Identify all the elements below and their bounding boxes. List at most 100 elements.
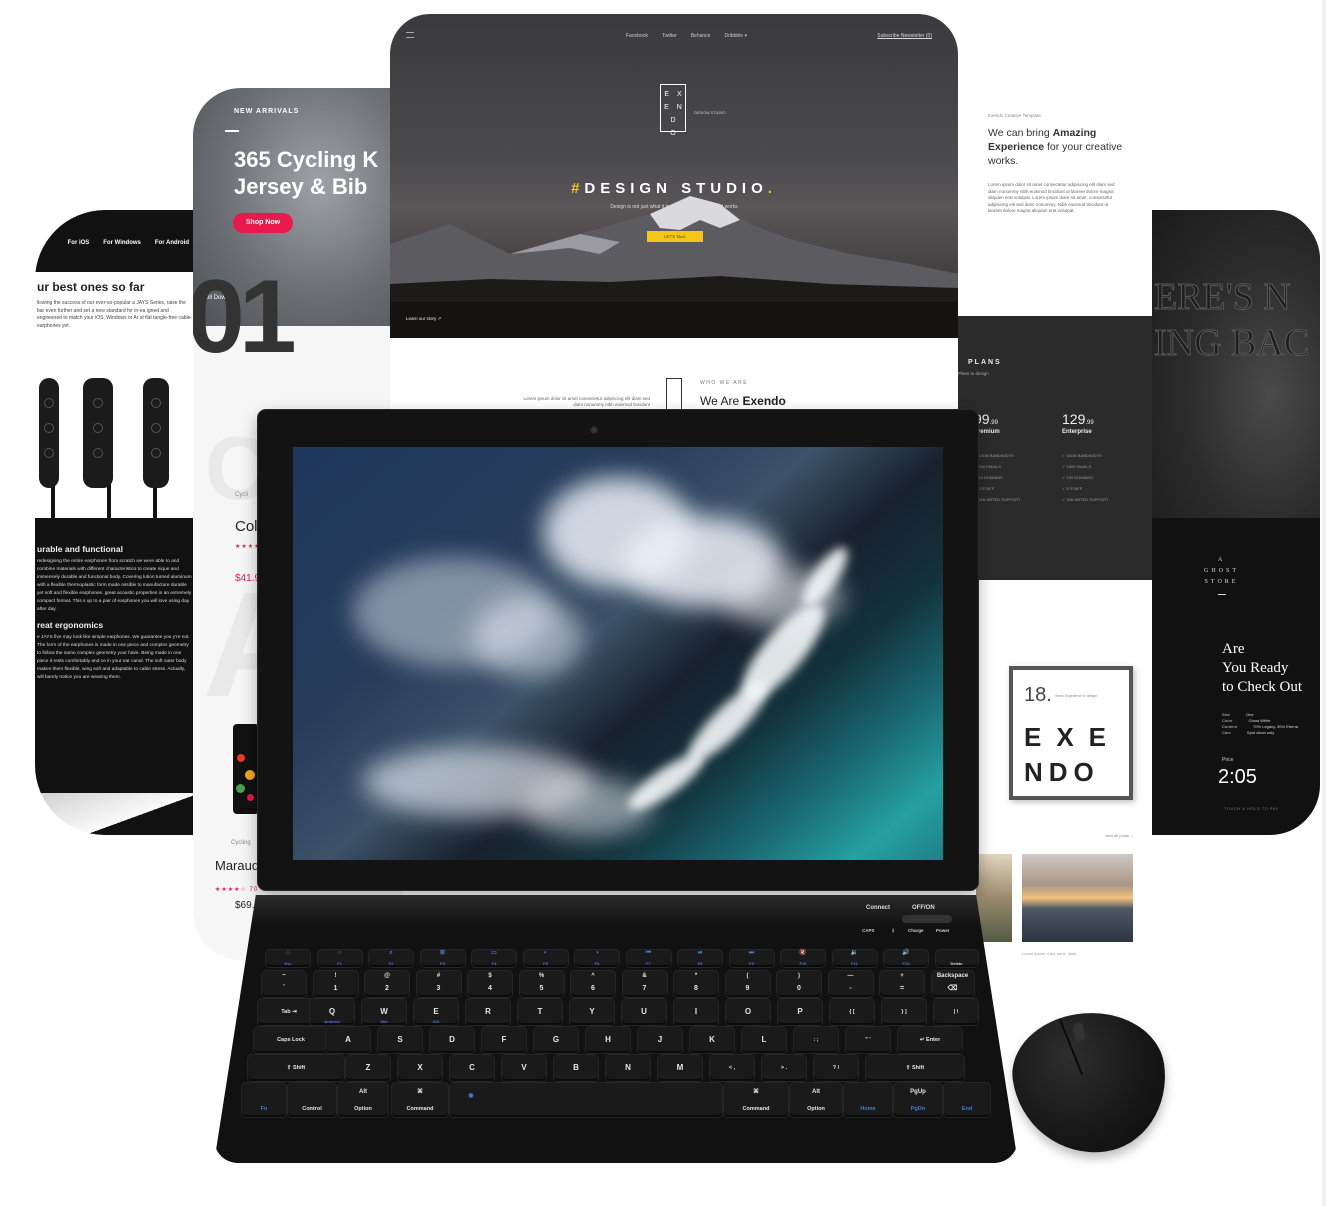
letter-key[interactable]: } ] bbox=[882, 999, 926, 1025]
letter-key[interactable]: S bbox=[378, 1027, 422, 1053]
modifier-key[interactable]: Alt Option bbox=[790, 1083, 842, 1117]
letter-key[interactable]: U bbox=[622, 999, 666, 1025]
letter-key[interactable]: > . bbox=[762, 1055, 806, 1081]
number-key[interactable]: ^ 6 bbox=[571, 971, 615, 997]
letter-key[interactable]: ⇧ Shift bbox=[248, 1055, 344, 1081]
modifier-key[interactable]: Control bbox=[288, 1083, 336, 1117]
function-key[interactable]: ⊞ F3 bbox=[420, 950, 465, 967]
power-switch[interactable] bbox=[902, 915, 952, 923]
nav-dribbble[interactable]: Dribbble ▾ bbox=[724, 33, 747, 39]
letter-key[interactable]: R bbox=[466, 999, 510, 1025]
letter-key[interactable]: ⇧ Shift bbox=[866, 1055, 964, 1081]
menu-icon[interactable] bbox=[406, 32, 414, 38]
function-key[interactable]: Delete bbox=[935, 950, 978, 967]
letter-key[interactable]: : ; bbox=[794, 1027, 838, 1053]
space-bar[interactable]: ◉ bbox=[450, 1083, 722, 1117]
letter-key[interactable]: < , bbox=[710, 1055, 754, 1081]
tablet-screen-wallpaper[interactable] bbox=[293, 447, 943, 860]
letter-key[interactable]: D bbox=[430, 1027, 474, 1053]
lets-talk-button[interactable]: LET'S TALK bbox=[647, 231, 703, 242]
modifier-key[interactable]: ⌘ Command bbox=[392, 1083, 448, 1117]
modifier-key[interactable]: Fn bbox=[242, 1083, 286, 1117]
letter-key[interactable]: { [ bbox=[830, 999, 874, 1025]
key-fn-label: F2 bbox=[388, 961, 394, 966]
modifier-key[interactable]: End bbox=[944, 1083, 990, 1117]
nav-ios[interactable]: For iOS bbox=[68, 240, 90, 272]
modifier-key[interactable]: Alt Option bbox=[338, 1083, 388, 1117]
letter-key[interactable]: ? / bbox=[814, 1055, 858, 1081]
function-key[interactable]: ⌕ F2 bbox=[369, 950, 413, 967]
letter-key[interactable]: F bbox=[482, 1027, 526, 1053]
function-key[interactable]: ◐ F5 bbox=[523, 950, 568, 967]
learn-story-link[interactable]: Learn our story ↗ bbox=[406, 316, 441, 322]
mouse-body[interactable] bbox=[1004, 1003, 1176, 1163]
letter-key[interactable]: C bbox=[450, 1055, 494, 1081]
product-name[interactable]: Maraud bbox=[215, 858, 259, 873]
letter-key[interactable]: W Win bbox=[362, 999, 406, 1025]
modifier-key[interactable]: Home bbox=[844, 1083, 892, 1117]
letter-key[interactable]: A bbox=[326, 1027, 370, 1053]
letter-key[interactable]: Q Android bbox=[310, 999, 354, 1025]
shop-now-button[interactable]: Shop Now bbox=[233, 213, 293, 233]
function-key[interactable]: ▭ F4 bbox=[472, 950, 516, 967]
letter-key[interactable]: Z bbox=[346, 1055, 390, 1081]
number-key[interactable]: #3 bbox=[416, 971, 461, 997]
letter-key[interactable]: H bbox=[586, 1027, 630, 1053]
nav-facebook[interactable]: Facebook bbox=[626, 33, 648, 39]
letter-key[interactable]: | \ bbox=[934, 999, 978, 1025]
jersey-image[interactable] bbox=[233, 724, 259, 814]
number-key[interactable]: ~ ` bbox=[262, 971, 306, 997]
number-key[interactable]: Backspace ⌫ bbox=[931, 971, 974, 997]
letter-key[interactable]: P bbox=[778, 999, 822, 1025]
letter-key[interactable]: I bbox=[674, 999, 718, 1025]
letter-key[interactable]: B bbox=[554, 1055, 598, 1081]
function-key[interactable]: ⌂ Esc bbox=[266, 950, 310, 967]
number-key[interactable]: * 8 bbox=[674, 971, 718, 997]
letter-key[interactable]: V bbox=[502, 1055, 546, 1081]
letter-key[interactable]: N bbox=[606, 1055, 650, 1081]
letter-key[interactable]: X bbox=[398, 1055, 442, 1081]
letter-key[interactable]: Y bbox=[570, 999, 614, 1025]
nav-android[interactable]: For Android bbox=[155, 240, 189, 272]
view-all-posts-link[interactable]: view all posts → bbox=[1105, 833, 1134, 838]
number-key[interactable]: & 7 bbox=[622, 971, 667, 997]
letter-key[interactable]: T bbox=[518, 999, 562, 1025]
product-name[interactable]: Col bbox=[235, 518, 258, 535]
number-key[interactable]: % 5 bbox=[519, 971, 564, 997]
function-key[interactable]: ⏮ F7 bbox=[626, 950, 671, 967]
page-edge bbox=[1322, 0, 1326, 1206]
number-key[interactable]: @2 bbox=[365, 971, 409, 997]
number-key[interactable]: ! 1 bbox=[313, 971, 358, 997]
number-key[interactable]: (9 bbox=[725, 971, 770, 997]
function-key[interactable]: ◑ F6 bbox=[575, 950, 619, 967]
number-key[interactable]: $4 bbox=[468, 971, 512, 997]
number-key[interactable]: — - bbox=[828, 971, 873, 997]
letter-key[interactable]: K bbox=[690, 1027, 734, 1053]
letter-key[interactable]: L bbox=[742, 1027, 786, 1053]
function-key[interactable]: ⏭ F9 bbox=[729, 950, 774, 967]
letter-key[interactable]: Caps Lock bbox=[254, 1027, 328, 1053]
pay-hint[interactable]: TOUCH & HOLD TO PAY bbox=[1224, 806, 1279, 811]
function-key[interactable]: ⏯ F8 bbox=[678, 950, 722, 967]
letter-key[interactable]: ↵ Enter bbox=[898, 1027, 962, 1053]
number-key[interactable]: ) 0 bbox=[777, 971, 821, 997]
key-fn-label: F10 bbox=[799, 961, 807, 966]
letter-key[interactable]: O bbox=[726, 999, 770, 1025]
function-key[interactable]: 🔇 F10 bbox=[781, 950, 825, 967]
function-key[interactable]: 🔊 F12 bbox=[884, 950, 928, 967]
letter-key[interactable]: " ' bbox=[846, 1027, 890, 1053]
blog-thumbnail-sunset[interactable] bbox=[1022, 854, 1133, 942]
letter-key[interactable]: G bbox=[534, 1027, 578, 1053]
letter-key[interactable]: J bbox=[638, 1027, 682, 1053]
modifier-key[interactable]: PgUp PgDn bbox=[894, 1083, 942, 1117]
function-key[interactable]: 🔉 F11 bbox=[832, 950, 877, 967]
nav-behance[interactable]: Behance bbox=[691, 33, 711, 39]
nav-twitter[interactable]: Twitter bbox=[662, 33, 677, 39]
letter-key[interactable]: M bbox=[658, 1055, 702, 1081]
nav-windows[interactable]: For Windows bbox=[103, 240, 141, 272]
letter-key[interactable]: EiOS bbox=[414, 999, 458, 1025]
number-key[interactable]: + = bbox=[880, 971, 924, 997]
function-key[interactable]: ☼ F1 bbox=[317, 950, 362, 967]
subscribe-link[interactable]: Subscribe Newsletter (0) bbox=[877, 33, 932, 39]
modifier-key[interactable]: ⌘ Command bbox=[724, 1083, 788, 1117]
